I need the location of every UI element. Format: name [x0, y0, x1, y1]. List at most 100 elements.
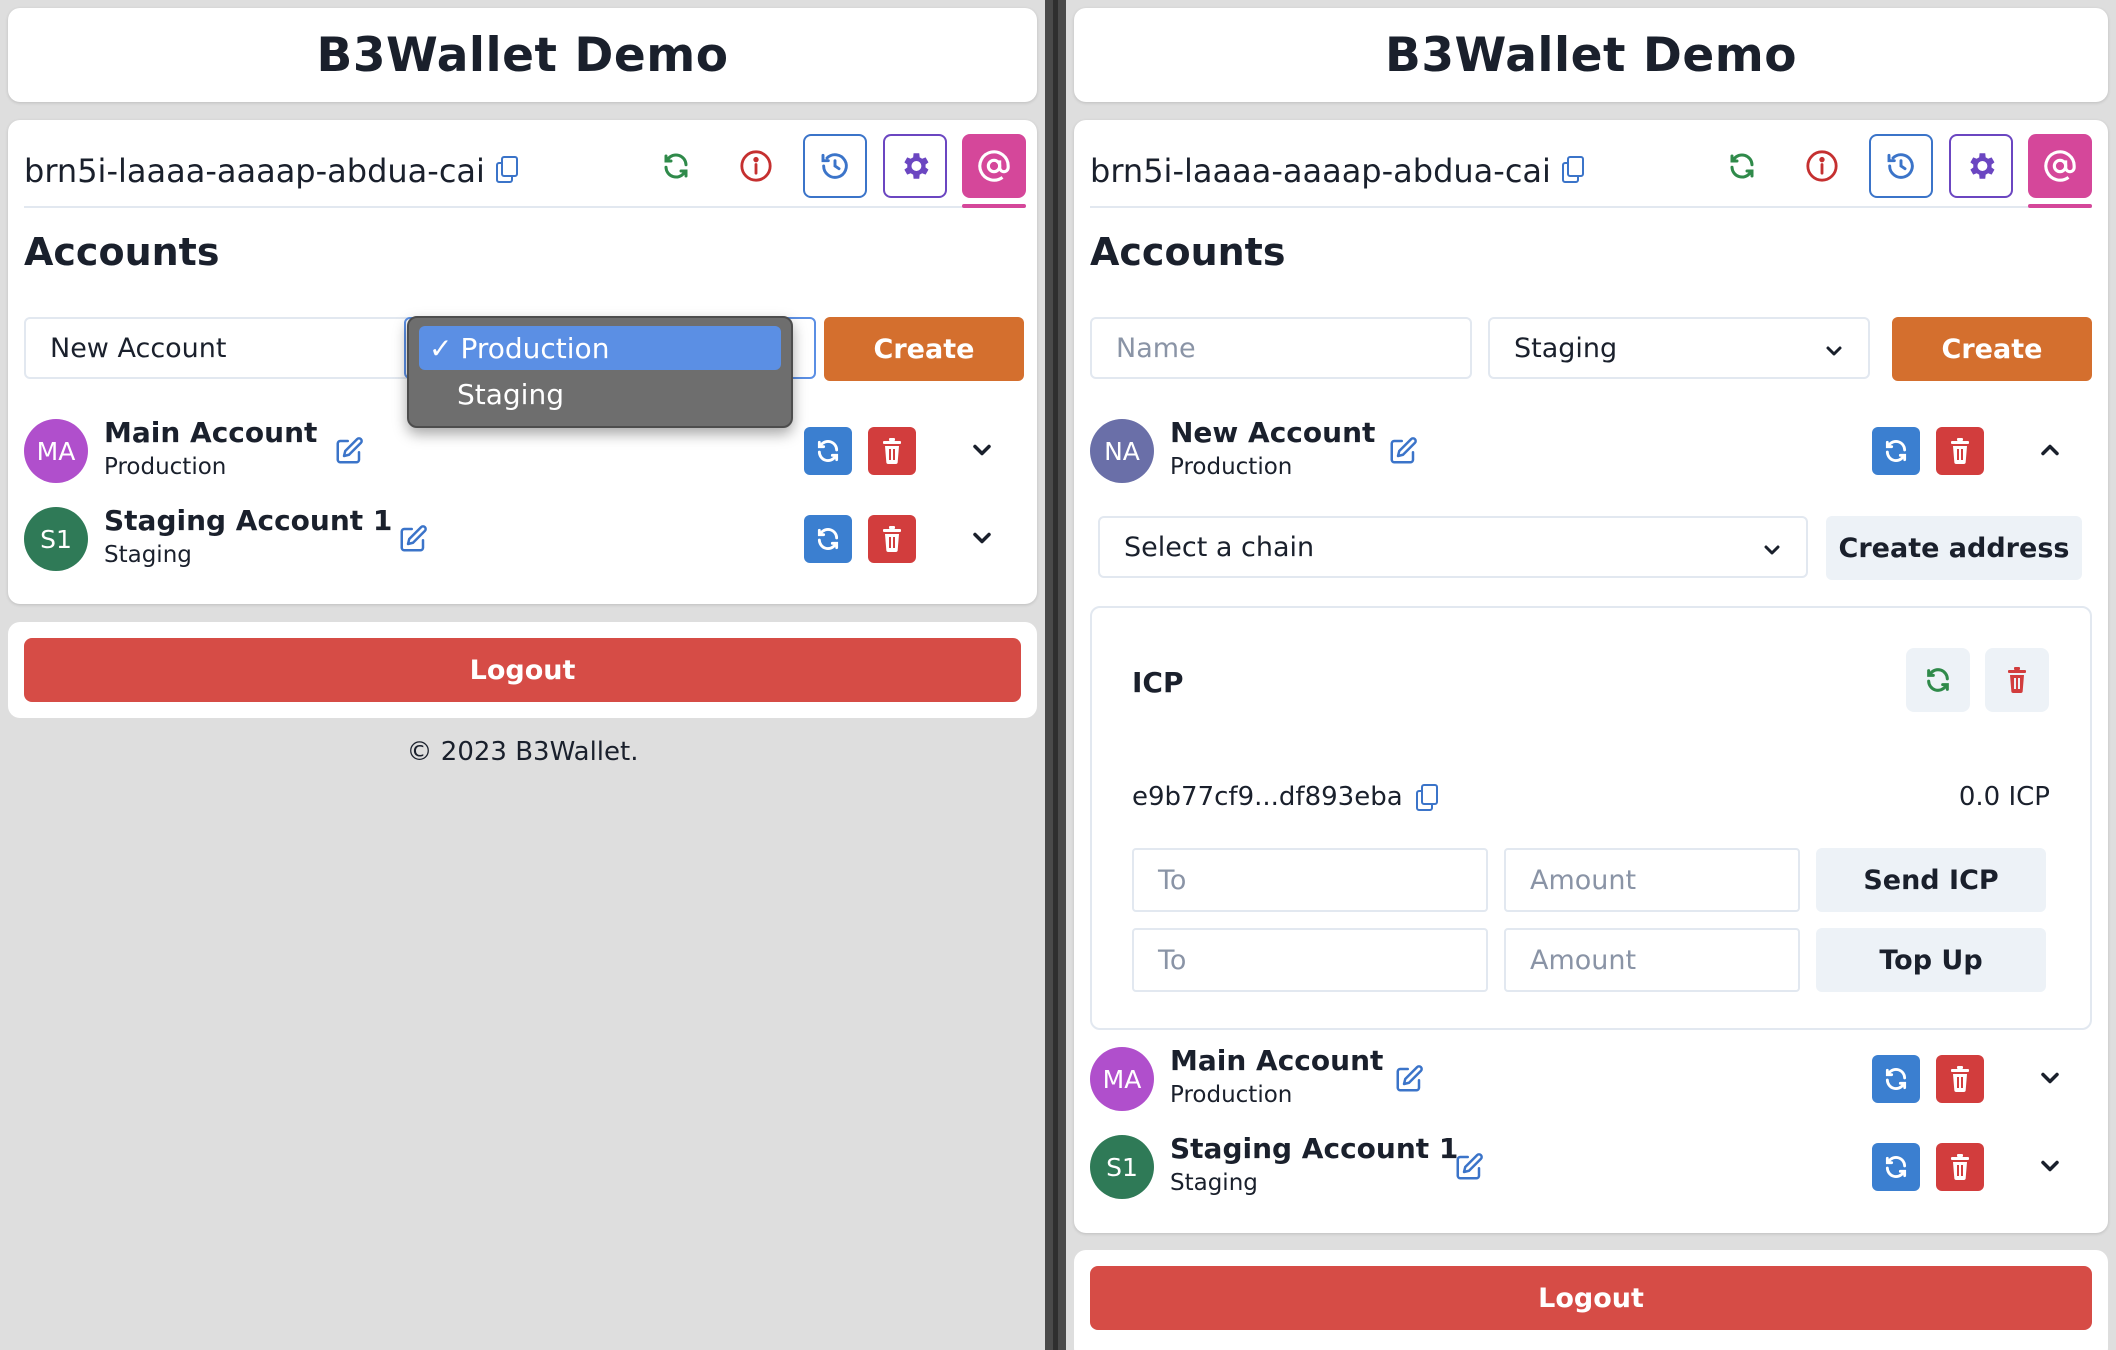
avatar: MA	[1090, 1047, 1154, 1111]
account-row-staging: S1 Staging Account 1 Staging	[1090, 1132, 2092, 1202]
refresh-account-button[interactable]	[804, 427, 852, 475]
send-to-input[interactable]: To	[1132, 848, 1488, 912]
chain-card-icp: ICP e9b77cf9...df893eba 0.0 ICP To Amoun…	[1090, 606, 2092, 1030]
account-environment: Production	[104, 454, 227, 480]
principal-id: brn5i-laaaa-aaaap-abdua-cai	[1090, 152, 1551, 190]
principal-id: brn5i-laaaa-aaaap-abdua-cai	[24, 152, 485, 190]
at-icon[interactable]	[2028, 134, 2092, 198]
header-card: B3Wallet Demo	[1074, 8, 2108, 102]
edit-icon[interactable]	[398, 524, 428, 558]
chevron-down-icon	[1822, 339, 1846, 370]
account-name: New Account	[1170, 416, 1376, 449]
copy-icon[interactable]	[1562, 156, 1584, 183]
chain-name: ICP	[1132, 666, 1184, 699]
info-icon[interactable]	[1790, 134, 1854, 198]
delete-account-button[interactable]	[868, 515, 916, 563]
chain-select[interactable]: Select a chain	[1098, 516, 1808, 578]
topup-to-input[interactable]: To	[1132, 928, 1488, 992]
footer: © 2023 B3Wallet.	[406, 737, 639, 767]
refresh-icon[interactable]	[644, 134, 708, 198]
logout-button[interactable]: Logout	[1090, 1266, 2092, 1330]
copy-icon[interactable]	[496, 156, 518, 183]
top-up-button[interactable]: Top Up	[1816, 928, 2046, 992]
account-environment: Staging	[1170, 1170, 1258, 1196]
topup-amount-input[interactable]: Amount	[1504, 928, 1800, 992]
environment-select[interactable]: Staging	[1488, 317, 1870, 379]
edit-icon[interactable]	[334, 436, 364, 470]
edit-icon[interactable]	[1394, 1064, 1424, 1098]
delete-account-button[interactable]	[1936, 427, 1984, 475]
edit-icon[interactable]	[1388, 436, 1418, 470]
top-bar: brn5i-laaaa-aaaap-abdua-cai	[24, 134, 1026, 208]
account-row-new: NA New Account Production	[1090, 416, 2092, 486]
avatar: S1	[1090, 1135, 1154, 1199]
delete-account-button[interactable]	[1936, 1143, 1984, 1191]
delete-account-button[interactable]	[1936, 1055, 1984, 1103]
accounts-title: Accounts	[1090, 230, 1286, 274]
dropdown-option-production[interactable]: ✓ Production	[419, 326, 781, 370]
window-divider	[1045, 0, 1066, 1350]
avatar: S1	[24, 507, 88, 571]
copy-icon[interactable]	[1416, 784, 1438, 811]
app-title: B3Wallet Demo	[316, 27, 729, 83]
refresh-account-button[interactable]	[1872, 1143, 1920, 1191]
logout-button[interactable]: Logout	[24, 638, 1021, 702]
create-button[interactable]: Create	[824, 317, 1024, 381]
avatar: NA	[1090, 419, 1154, 483]
history-icon[interactable]	[1869, 134, 1933, 198]
refresh-chain-button[interactable]	[1906, 648, 1970, 712]
account-name: Main Account	[104, 416, 318, 449]
account-row-staging: S1 Staging Account 1 Staging	[24, 504, 1021, 574]
create-label: Create	[1941, 333, 2043, 365]
account-name: Main Account	[1170, 1044, 1384, 1077]
active-tab-indicator	[962, 204, 1026, 208]
chevron-down-icon[interactable]	[2036, 1152, 2064, 1184]
edit-icon[interactable]	[1454, 1152, 1484, 1186]
dropdown-option-staging[interactable]: Staging	[419, 372, 781, 416]
create-button[interactable]: Create	[1892, 317, 2092, 381]
account-name-input[interactable]: New Account	[24, 317, 444, 379]
delete-chain-button[interactable]	[1985, 648, 2049, 712]
account-row-main: MA Main Account Production	[1090, 1044, 2092, 1114]
logout-card: Logout	[1074, 1250, 2108, 1350]
app-title: B3Wallet Demo	[1385, 27, 1797, 83]
avatar: MA	[24, 419, 88, 483]
history-icon[interactable]	[803, 134, 867, 198]
refresh-account-button[interactable]	[1872, 1055, 1920, 1103]
chevron-down-icon[interactable]	[968, 436, 996, 468]
left-window: B3Wallet Demo brn5i-laaaa-aaaap-abdua-ca…	[0, 0, 1045, 1350]
refresh-account-button[interactable]	[1872, 427, 1920, 475]
account-environment: Staging	[104, 542, 192, 568]
create-address-button[interactable]: Create address	[1826, 516, 2082, 580]
gear-icon[interactable]	[883, 134, 947, 198]
chain-address: e9b77cf9...df893eba	[1132, 782, 1403, 812]
right-window: B3Wallet Demo brn5i-laaaa-aaaap-abdua-ca…	[1066, 0, 2116, 1350]
chain-balance: 0.0 ICP	[1958, 782, 2050, 812]
account-environment: Production	[1170, 454, 1293, 480]
refresh-account-button[interactable]	[804, 515, 852, 563]
chevron-down-icon[interactable]	[2036, 1064, 2064, 1096]
name-placeholder: Name	[1116, 332, 1196, 364]
delete-account-button[interactable]	[868, 427, 916, 475]
send-amount-input[interactable]: Amount	[1504, 848, 1800, 912]
account-name-input[interactable]: Name	[1090, 317, 1472, 379]
selected-environment: Staging	[1514, 332, 1618, 364]
chevron-up-icon[interactable]	[2036, 436, 2064, 468]
chevron-down-icon[interactable]	[968, 524, 996, 556]
top-bar: brn5i-laaaa-aaaap-abdua-cai	[1090, 134, 2092, 208]
account-environment: Production	[1170, 1082, 1293, 1108]
info-icon[interactable]	[724, 134, 788, 198]
gear-icon[interactable]	[1949, 134, 2013, 198]
at-icon[interactable]	[962, 134, 1026, 198]
chain-select-placeholder: Select a chain	[1124, 531, 1315, 563]
create-label: Create	[873, 333, 975, 365]
main-card: brn5i-laaaa-aaaap-abdua-cai Accounts Nam…	[1074, 120, 2108, 1233]
chevron-down-icon	[1760, 538, 1784, 569]
send-icp-button[interactable]: Send ICP	[1816, 848, 2046, 912]
refresh-icon[interactable]	[1710, 134, 1774, 198]
check-icon: ✓	[429, 331, 453, 365]
account-name: Staging Account 1	[104, 504, 393, 537]
account-name: Staging Account 1	[1170, 1132, 1459, 1165]
accounts-title: Accounts	[24, 230, 220, 274]
environment-dropdown-menu: ✓ Production Staging	[407, 316, 793, 428]
